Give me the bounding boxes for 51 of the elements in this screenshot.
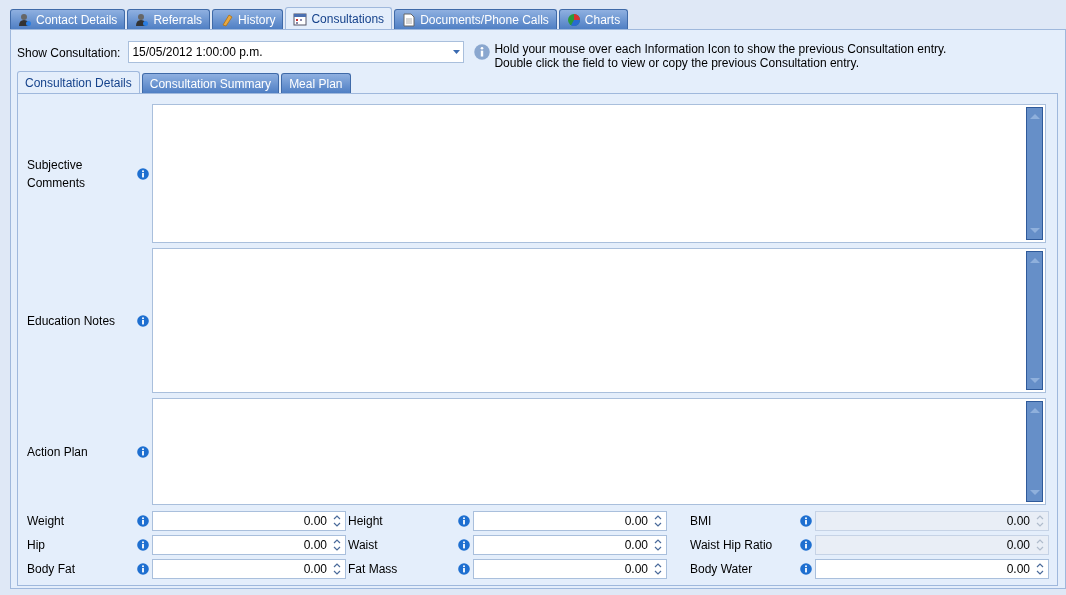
- number-field[interactable]: 0.00: [473, 511, 667, 531]
- person-icon: [18, 12, 32, 27]
- field-label: Hip: [27, 537, 46, 554]
- field-label: Education Notes: [27, 312, 117, 330]
- info-icon[interactable]: [800, 539, 812, 551]
- info-icon[interactable]: [458, 563, 470, 575]
- pie-chart-icon: [566, 12, 581, 27]
- field-label: BMI: [690, 513, 713, 530]
- calendar-icon: [293, 11, 308, 26]
- number-field[interactable]: 0.00: [473, 559, 667, 579]
- number-field[interactable]: 0.00: [473, 535, 667, 555]
- field-label: Fat Mass: [348, 561, 399, 578]
- field-label: Show Consultation:: [17, 45, 121, 62]
- number-field[interactable]: 0.00: [152, 535, 346, 555]
- info-icon[interactable]: [458, 539, 470, 551]
- spinner-arrows-icon[interactable]: [333, 514, 341, 528]
- field-label: Height: [348, 513, 384, 530]
- info-icon[interactable]: [800, 563, 812, 575]
- spinner-arrows-icon[interactable]: [654, 562, 662, 576]
- number-field[interactable]: 0.00: [815, 559, 1049, 579]
- info-icon[interactable]: [474, 44, 491, 60]
- spinner-arrows-icon[interactable]: [654, 514, 662, 528]
- info-icon[interactable]: [137, 515, 149, 527]
- info-icon[interactable]: [458, 515, 470, 527]
- number-field[interactable]: 0.00: [152, 511, 346, 531]
- field-label: Waist: [348, 537, 379, 554]
- info-icon[interactable]: [137, 563, 149, 575]
- number-field[interactable]: 0.00: [152, 559, 346, 579]
- tab[interactable]: Consultation Details: [17, 71, 140, 93]
- field-label: Body Water: [690, 561, 754, 578]
- person-icon: [135, 12, 150, 27]
- field-label: Subjective Comments: [27, 156, 86, 192]
- info-icon[interactable]: [137, 539, 149, 551]
- info-text: Double click the field to view or copy the previous Consultation entry.: [494, 56, 861, 70]
- spinner-arrows-icon[interactable]: [333, 562, 341, 576]
- dropdown-arrow-icon[interactable]: [453, 50, 461, 54]
- field-label: Weight: [27, 513, 66, 530]
- field-label: Body Fat: [27, 561, 77, 578]
- spinner-arrows-icon[interactable]: [1036, 562, 1044, 576]
- info-icon[interactable]: [800, 515, 812, 527]
- info-icon[interactable]: [137, 445, 149, 458]
- info-icon[interactable]: [137, 167, 149, 180]
- spinner-arrows-icon[interactable]: [654, 538, 662, 552]
- info-icon[interactable]: [137, 314, 149, 327]
- consultation-dropdown[interactable]: 15/05/2012 1:00:00 p.m.: [128, 41, 465, 63]
- spinner-arrows-icon[interactable]: [333, 538, 341, 552]
- document-icon: [402, 12, 417, 27]
- field-label: Action Plan: [27, 443, 89, 461]
- field-label: Waist Hip Ratio: [690, 537, 774, 554]
- info-text: Hold your mouse over each Information Icon to show the previous Consultation entry.: [494, 42, 947, 56]
- tab[interactable]: Consultations: [285, 7, 393, 29]
